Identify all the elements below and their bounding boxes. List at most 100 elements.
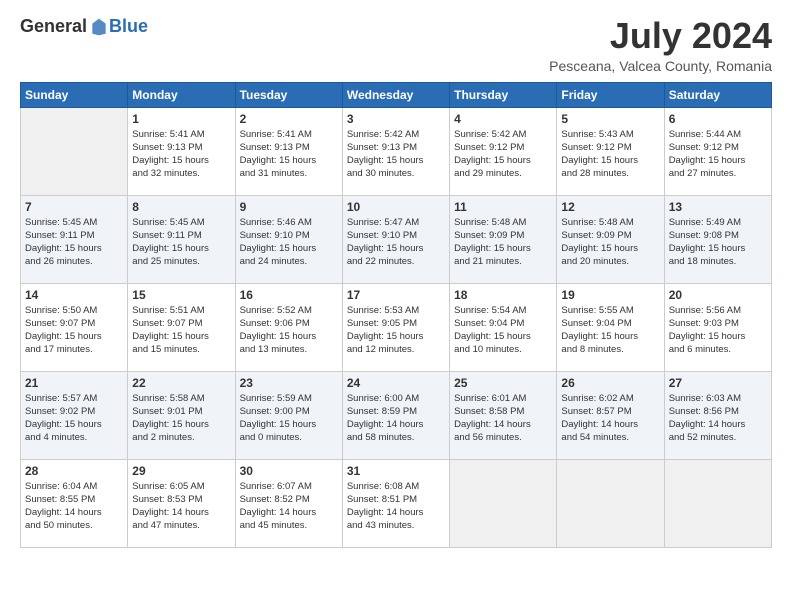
calendar-cell: [664, 459, 771, 547]
day-number: 8: [132, 200, 230, 214]
calendar-week-4: 28Sunrise: 6:04 AMSunset: 8:55 PMDayligh…: [21, 459, 772, 547]
calendar-cell: [557, 459, 664, 547]
day-number: 25: [454, 376, 552, 390]
calendar-cell: 28Sunrise: 6:04 AMSunset: 8:55 PMDayligh…: [21, 459, 128, 547]
header-row: SundayMondayTuesdayWednesdayThursdayFrid…: [21, 82, 772, 107]
header-cell-tuesday: Tuesday: [235, 82, 342, 107]
day-number: 22: [132, 376, 230, 390]
day-number: 28: [25, 464, 123, 478]
day-info: Sunrise: 5:58 AMSunset: 9:01 PMDaylight:…: [132, 392, 230, 445]
calendar-cell: 1 Sunrise: 5:41 AMSunset: 9:13 PMDaylight…: [128, 107, 235, 195]
calendar-header: SundayMondayTuesdayWednesdayThursdayFrid…: [21, 82, 772, 107]
calendar-body: 1 Sunrise: 5:41 AMSunset: 9:13 PMDaylight…: [21, 107, 772, 547]
day-number: 15: [132, 288, 230, 302]
calendar-cell: 20 Sunrise: 5:56 AMSunset: 9:03 PMDayligh…: [664, 283, 771, 371]
calendar-cell: 18 Sunrise: 5:54 AMSunset: 9:04 PMDayligh…: [450, 283, 557, 371]
day-number: 2: [240, 112, 338, 126]
day-number: 26: [561, 376, 659, 390]
logo: General Blue: [20, 16, 148, 37]
calendar-cell: 25 Sunrise: 6:01 AMSunset: 8:58 PMDayligh…: [450, 371, 557, 459]
day-info: Sunrise: 5:45 AMSunset: 9:11 PMDaylight:…: [25, 216, 123, 269]
calendar-cell: 7 Sunrise: 5:45 AMSunset: 9:11 PMDaylight…: [21, 195, 128, 283]
day-number: 9: [240, 200, 338, 214]
calendar-cell: 9 Sunrise: 5:46 AMSunset: 9:10 PMDaylight…: [235, 195, 342, 283]
day-number: 23: [240, 376, 338, 390]
calendar-cell: 26Sunrise: 6:02 AMSunset: 8:57 PMDayligh…: [557, 371, 664, 459]
day-info: Sunrise: 5:51 AMSunset: 9:07 PMDaylight:…: [132, 304, 230, 357]
header-cell-sunday: Sunday: [21, 82, 128, 107]
calendar-cell: 10Sunrise: 5:47 AMSunset: 9:10 PMDayligh…: [342, 195, 449, 283]
day-number: 7: [25, 200, 123, 214]
day-info: Sunrise: 5:43 AMSunset: 9:12 PMDaylight:…: [561, 128, 659, 181]
day-number: 14: [25, 288, 123, 302]
day-number: 20: [669, 288, 767, 302]
day-info: Sunrise: 5:48 AMSunset: 9:09 PMDaylight:…: [561, 216, 659, 269]
calendar-table: SundayMondayTuesdayWednesdayThursdayFrid…: [20, 82, 772, 548]
day-number: 3: [347, 112, 445, 126]
calendar-cell: 15 Sunrise: 5:51 AMSunset: 9:07 PMDayligh…: [128, 283, 235, 371]
calendar-cell: 11 Sunrise: 5:48 AMSunset: 9:09 PMDayligh…: [450, 195, 557, 283]
calendar-cell: 27 Sunrise: 6:03 AMSunset: 8:56 PMDayligh…: [664, 371, 771, 459]
calendar-cell: 2 Sunrise: 5:41 AMSunset: 9:13 PMDaylight…: [235, 107, 342, 195]
day-info: Sunrise: 5:44 AMSunset: 9:12 PMDaylight:…: [669, 128, 767, 181]
day-number: 18: [454, 288, 552, 302]
calendar-cell: 22 Sunrise: 5:58 AMSunset: 9:01 PMDayligh…: [128, 371, 235, 459]
day-number: 12: [561, 200, 659, 214]
calendar-cell: 16Sunrise: 5:52 AMSunset: 9:06 PMDayligh…: [235, 283, 342, 371]
calendar-cell: 4 Sunrise: 5:42 AMSunset: 9:12 PMDaylight…: [450, 107, 557, 195]
logo-general-text: General: [20, 16, 87, 37]
day-number: 24: [347, 376, 445, 390]
day-number: 21: [25, 376, 123, 390]
day-info: Sunrise: 5:46 AMSunset: 9:10 PMDaylight:…: [240, 216, 338, 269]
logo-blue-text: Blue: [109, 16, 148, 37]
location: Pesceana, Valcea County, Romania: [549, 58, 772, 74]
month-title: July 2024: [549, 16, 772, 56]
calendar-cell: [450, 459, 557, 547]
calendar-cell: 5 Sunrise: 5:43 AMSunset: 9:12 PMDaylight…: [557, 107, 664, 195]
calendar-cell: 30 Sunrise: 6:07 AMSunset: 8:52 PMDayligh…: [235, 459, 342, 547]
day-info: Sunrise: 5:41 AMSunset: 9:13 PMDaylight:…: [132, 128, 230, 181]
day-info: Sunrise: 5:53 AMSunset: 9:05 PMDaylight:…: [347, 304, 445, 357]
day-number: 11: [454, 200, 552, 214]
header-cell-thursday: Thursday: [450, 82, 557, 107]
calendar-cell: 21 Sunrise: 5:57 AMSunset: 9:02 PMDayligh…: [21, 371, 128, 459]
day-number: 17: [347, 288, 445, 302]
header-cell-monday: Monday: [128, 82, 235, 107]
day-number: 1: [132, 112, 230, 126]
calendar-cell: 24 Sunrise: 6:00 AMSunset: 8:59 PMDayligh…: [342, 371, 449, 459]
day-info: Sunrise: 6:07 AMSunset: 8:52 PMDaylight:…: [240, 480, 338, 533]
day-number: 4: [454, 112, 552, 126]
day-info: Sunrise: 5:57 AMSunset: 9:02 PMDaylight:…: [25, 392, 123, 445]
day-number: 29: [132, 464, 230, 478]
logo-text: General Blue: [20, 16, 148, 37]
day-number: 30: [240, 464, 338, 478]
calendar-cell: 14 Sunrise: 5:50 AMSunset: 9:07 PMDayligh…: [21, 283, 128, 371]
day-info: Sunrise: 5:47 AMSunset: 9:10 PMDaylight:…: [347, 216, 445, 269]
calendar-week-3: 21 Sunrise: 5:57 AMSunset: 9:02 PMDayligh…: [21, 371, 772, 459]
day-number: 5: [561, 112, 659, 126]
day-number: 19: [561, 288, 659, 302]
day-info: Sunrise: 5:48 AMSunset: 9:09 PMDaylight:…: [454, 216, 552, 269]
day-info: Sunrise: 5:42 AMSunset: 9:12 PMDaylight:…: [454, 128, 552, 181]
calendar-cell: 29 Sunrise: 6:05 AMSunset: 8:53 PMDayligh…: [128, 459, 235, 547]
day-number: 13: [669, 200, 767, 214]
day-info: Sunrise: 6:00 AMSunset: 8:59 PMDaylight:…: [347, 392, 445, 445]
calendar-week-0: 1 Sunrise: 5:41 AMSunset: 9:13 PMDaylight…: [21, 107, 772, 195]
calendar-week-1: 7 Sunrise: 5:45 AMSunset: 9:11 PMDaylight…: [21, 195, 772, 283]
title-area: July 2024 Pesceana, Valcea County, Roman…: [549, 16, 772, 74]
calendar-cell: 6Sunrise: 5:44 AMSunset: 9:12 PMDaylight…: [664, 107, 771, 195]
day-info: Sunrise: 6:08 AMSunset: 8:51 PMDaylight:…: [347, 480, 445, 533]
logo-icon: [89, 17, 109, 37]
day-info: Sunrise: 6:01 AMSunset: 8:58 PMDaylight:…: [454, 392, 552, 445]
calendar-cell: 23Sunrise: 5:59 AMSunset: 9:00 PMDayligh…: [235, 371, 342, 459]
day-info: Sunrise: 5:56 AMSunset: 9:03 PMDaylight:…: [669, 304, 767, 357]
day-info: Sunrise: 5:41 AMSunset: 9:13 PMDaylight:…: [240, 128, 338, 181]
day-info: Sunrise: 6:05 AMSunset: 8:53 PMDaylight:…: [132, 480, 230, 533]
day-info: Sunrise: 6:03 AMSunset: 8:56 PMDaylight:…: [669, 392, 767, 445]
day-info: Sunrise: 5:54 AMSunset: 9:04 PMDaylight:…: [454, 304, 552, 357]
header: General Blue July 2024 Pesceana, Valcea …: [20, 16, 772, 74]
calendar-cell: 13Sunrise: 5:49 AMSunset: 9:08 PMDayligh…: [664, 195, 771, 283]
day-info: Sunrise: 5:50 AMSunset: 9:07 PMDaylight:…: [25, 304, 123, 357]
page: General Blue July 2024 Pesceana, Valcea …: [0, 0, 792, 612]
day-number: 27: [669, 376, 767, 390]
